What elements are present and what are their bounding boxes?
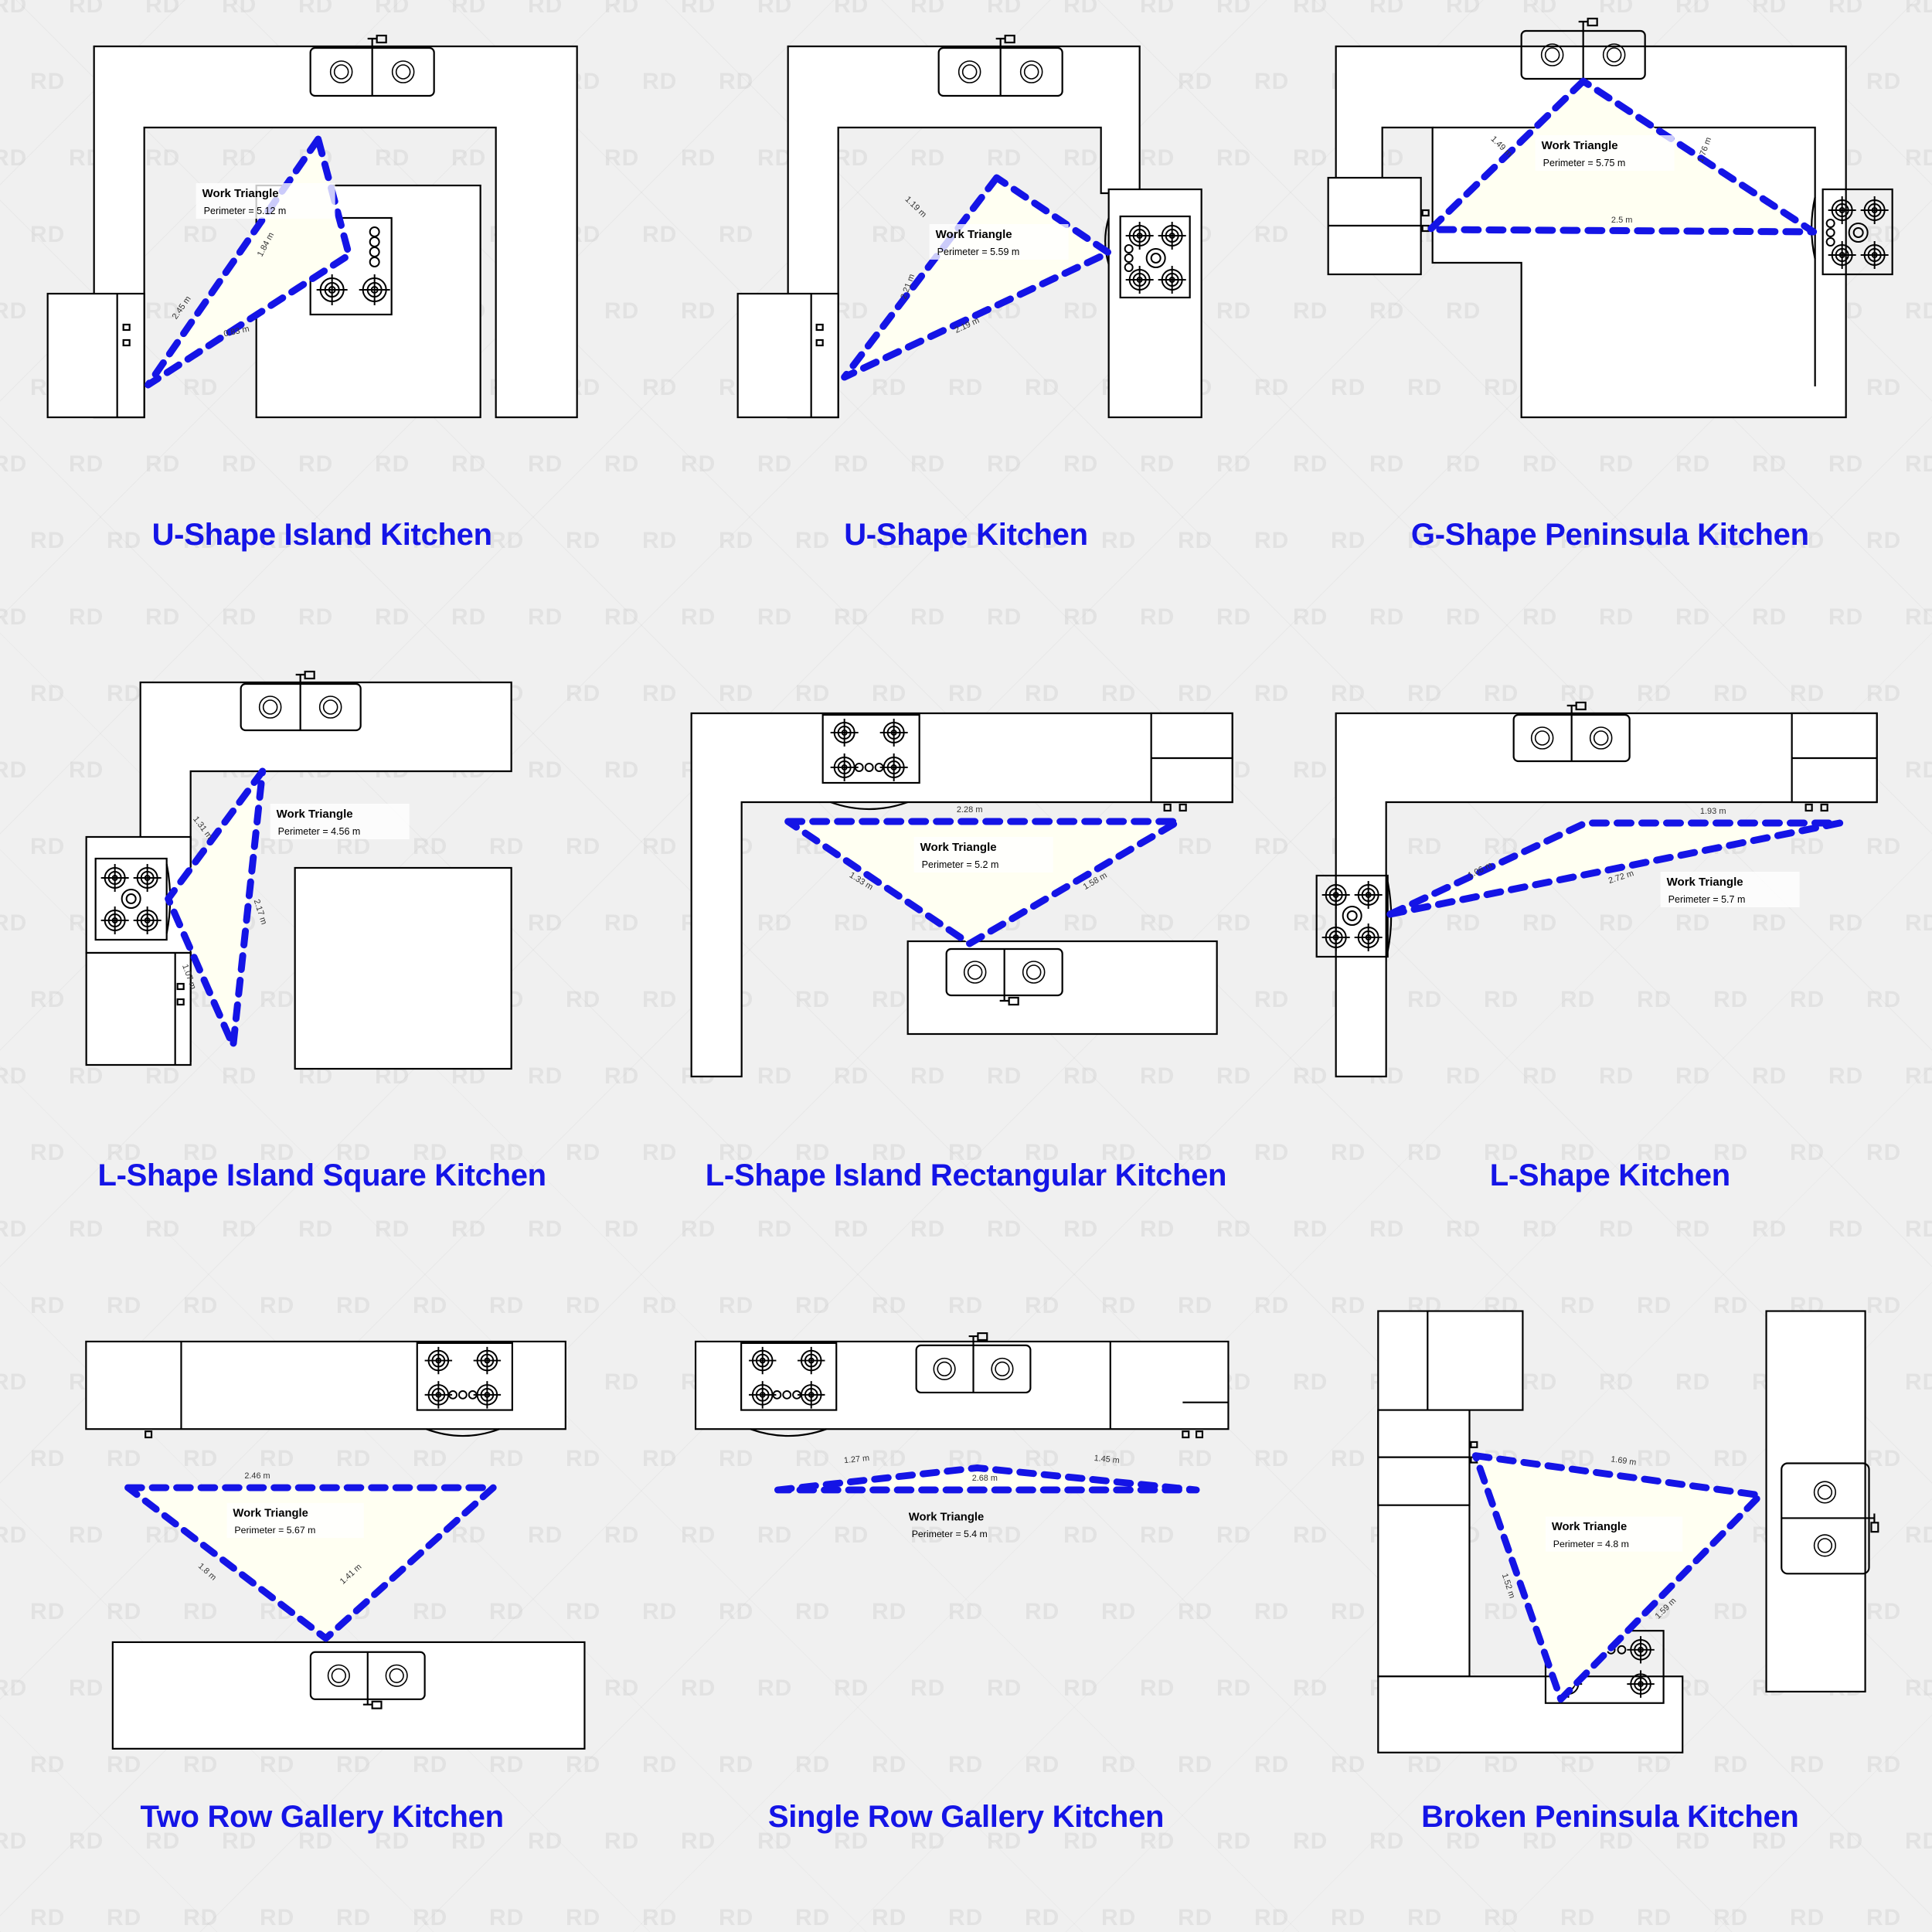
floorplan-single-row-gallery-kitchen: 1.27 m 2.68 m 1.45 m Work Triangle Perim… <box>644 1288 1287 1791</box>
panel-l-shape-kitchen: 1.93 m 1.06 m 2.72 m Work Triangle Perim… <box>1288 644 1932 1287</box>
work-triangle-label: Work Triangle <box>1541 139 1617 152</box>
dimension-label: 1.27 m <box>844 1454 870 1465</box>
panel-title-u-shape-kitchen: U-Shape Kitchen <box>844 518 1088 552</box>
floorplan-g-shape-peninsula-kitchen: 1.49 m 1.76 m 2.5 m Work Triangle Perime… <box>1288 0 1932 510</box>
panel-g-shape-peninsula-kitchen: 1.49 m 1.76 m 2.5 m Work Triangle Perime… <box>1288 0 1932 644</box>
work-triangle-label: Work Triangle <box>1666 876 1743 889</box>
dimension-label: 2.5 m <box>1611 216 1633 225</box>
panel-title-single-row-gallery-kitchen: Single Row Gallery Kitchen <box>767 1799 1165 1834</box>
perimeter-label: Perimeter = 4.8 m <box>1553 1539 1628 1549</box>
work-triangle-label: Work Triangle <box>233 1507 308 1519</box>
panel-l-shape-island-rectangular-kitchen: 2.28 m 1.33 m 1.58 m Work Triangle Perim… <box>644 644 1287 1287</box>
panel-two-row-gallery-kitchen: 2.46 m 1.8 m 1.41 m Work Triangle Perime… <box>0 1288 644 1932</box>
floorplan-two-row-gallery-kitchen: 2.46 m 1.8 m 1.41 m Work Triangle Perime… <box>0 1288 644 1791</box>
panel-u-shape-island-kitchen: 2.45 m 1.84 m 0.83 m Work Triangle Perim… <box>0 0 644 644</box>
dimension-label: 1.52 m <box>1499 1572 1516 1599</box>
perimeter-label: Perimeter = 5.59 m <box>937 247 1020 257</box>
perimeter-label: Perimeter = 5.2 m <box>922 859 999 870</box>
work-triangle-label: Work Triangle <box>920 841 997 854</box>
dimension-label: 1.8 m <box>196 1561 218 1582</box>
panel-broken-peninsula-kitchen: 1.69 m 1.52 m 1.59 m Work Triangle Perim… <box>1288 1288 1932 1932</box>
dimension-label: 1.45 m <box>1094 1454 1120 1465</box>
panel-l-shape-island-square-kitchen: 1.31 m 2.17 m 1.07 m Work Triangle Perim… <box>0 644 644 1287</box>
panel-title-broken-peninsula-kitchen: Broken Peninsula Kitchen <box>1421 1799 1799 1834</box>
panel-u-shape-kitchen: 1.19 m 2.21 m 2.19 m Work Triangle Perim… <box>644 0 1287 644</box>
floorplan-u-shape-island-kitchen: 2.45 m 1.84 m 0.83 m Work Triangle Perim… <box>0 0 644 510</box>
panel-title-g-shape-peninsula-kitchen: G-Shape Peninsula Kitchen <box>1410 518 1809 552</box>
kitchen-layout-grid: 2.45 m 1.84 m 0.83 m Work Triangle Perim… <box>0 0 1932 1932</box>
dimension-label: 2.28 m <box>957 805 983 815</box>
work-triangle-label: Work Triangle <box>277 808 353 821</box>
perimeter-label: Perimeter = 5.4 m <box>912 1529 988 1539</box>
floorplan-broken-peninsula-kitchen: 1.69 m 1.52 m 1.59 m Work Triangle Perim… <box>1288 1288 1932 1791</box>
panel-title-two-row-gallery-kitchen: Two Row Gallery Kitchen <box>140 1799 505 1834</box>
work-triangle-label: Work Triangle <box>909 1511 984 1523</box>
perimeter-label: Perimeter = 4.56 m <box>278 826 361 837</box>
panel-title-l-shape-island-rectangular-kitchen: L-Shape Island Rectangular Kitchen <box>705 1158 1227 1193</box>
floorplan-u-shape-kitchen: 1.19 m 2.21 m 2.19 m Work Triangle Perim… <box>644 0 1287 510</box>
dimension-label: 2.17 m <box>252 899 269 927</box>
floorplan-l-shape-island-rectangular-kitchen: 2.28 m 1.33 m 1.58 m Work Triangle Perim… <box>644 644 1287 1154</box>
dimension-label: 2.68 m <box>972 1474 998 1483</box>
work-triangle-label: Work Triangle <box>936 228 1012 241</box>
dimension-label: 1.93 m <box>1700 807 1726 816</box>
perimeter-label: Perimeter = 5.7 m <box>1668 894 1745 905</box>
dimension-label: 1.19 m <box>903 195 929 219</box>
panel-single-row-gallery-kitchen: 1.27 m 2.68 m 1.45 m Work Triangle Perim… <box>644 1288 1287 1932</box>
dimension-label: 1.69 m <box>1610 1454 1636 1467</box>
perimeter-label: Perimeter = 5.12 m <box>204 206 287 216</box>
dimension-label: 2.46 m <box>244 1471 270 1481</box>
panel-title-u-shape-island-kitchen: U-Shape Island Kitchen <box>151 518 492 552</box>
perimeter-label: Perimeter = 5.67 m <box>234 1525 315 1536</box>
floorplan-l-shape-kitchen: 1.93 m 1.06 m 2.72 m Work Triangle Perim… <box>1288 644 1932 1154</box>
panel-title-l-shape-island-square-kitchen: L-Shape Island Square Kitchen <box>97 1158 547 1193</box>
perimeter-label: Perimeter = 5.75 m <box>1543 158 1625 168</box>
dimension-label: 2.45 m <box>171 294 193 321</box>
work-triangle-label: Work Triangle <box>1551 1521 1626 1533</box>
panel-title-l-shape-kitchen: L-Shape Kitchen <box>1489 1158 1730 1193</box>
dimension-label: 1.31 m <box>191 815 214 841</box>
floorplan-l-shape-island-square-kitchen: 1.31 m 2.17 m 1.07 m Work Triangle Perim… <box>0 644 644 1154</box>
work-triangle-label: Work Triangle <box>202 187 279 200</box>
